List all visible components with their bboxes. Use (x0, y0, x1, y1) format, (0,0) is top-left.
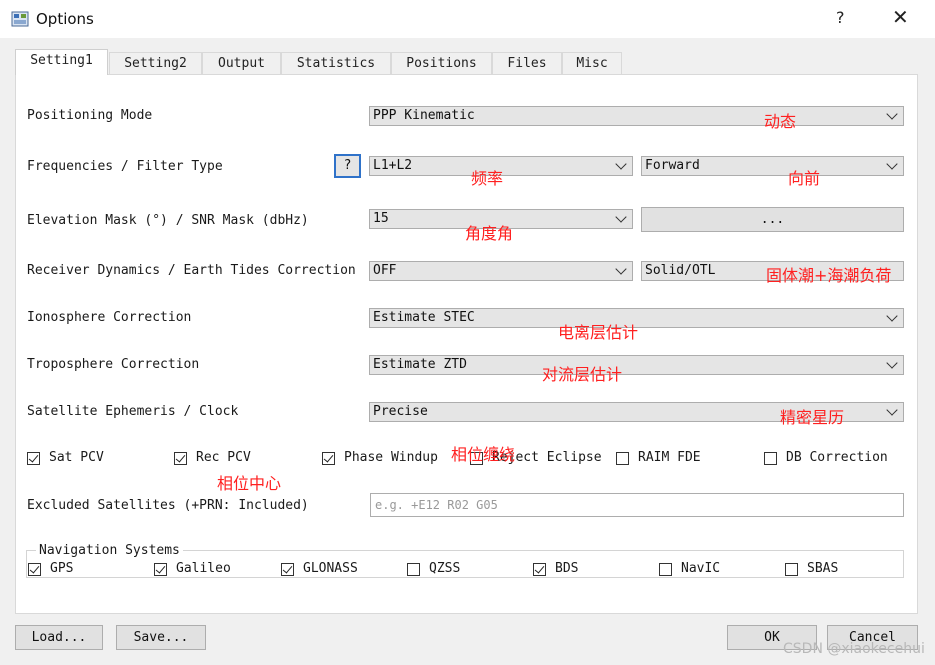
annotation-filter: 向前 (788, 169, 821, 188)
positioning-mode-select[interactable]: PPP Kinematic (369, 106, 904, 126)
filter-type-value: Forward (645, 158, 700, 173)
tab-files[interactable]: Files (492, 52, 562, 74)
tab-statistics[interactable]: Statistics (281, 52, 391, 74)
csdn-watermark: CSDN @xiaokecehui (783, 641, 925, 657)
load-button[interactable]: Load... (15, 625, 103, 650)
rec-pcv-label: Rec PCV (196, 450, 251, 465)
frequencies-label: Frequencies / Filter Type (27, 159, 223, 174)
checkbox-checked-icon (28, 563, 41, 576)
raim-fde-label: RAIM FDE (638, 450, 701, 465)
positioning-mode-label: Positioning Mode (27, 108, 153, 123)
checkbox-checked-icon (322, 452, 335, 465)
nav-galileo-label: Galileo (176, 561, 231, 576)
positioning-mode-value: PPP Kinematic (373, 108, 475, 123)
app-icon (11, 11, 29, 27)
navigation-systems-title: Navigation Systems (36, 543, 183, 558)
chevron-down-icon (886, 404, 898, 416)
annotation-ephem: 精密星历 (780, 408, 845, 427)
checkbox-unchecked-icon (785, 563, 798, 576)
annotation-iono: 电离层估计 (558, 323, 639, 342)
chevron-down-icon (615, 158, 627, 170)
elevation-mask-label: Elevation Mask (°) / SNR Mask (dbHz) (27, 213, 309, 228)
chevron-down-icon (886, 357, 898, 369)
tab-setting2[interactable]: Setting2 (109, 52, 202, 74)
chevron-down-icon (615, 211, 627, 223)
nav-sbas-label: SBAS (807, 561, 839, 576)
phase-windup-label: Phase Windup (344, 450, 438, 465)
checkbox-checked-icon (27, 452, 40, 465)
db-correction-label: DB Correction (786, 450, 888, 465)
filter-type-select[interactable]: Forward (641, 156, 904, 176)
snr-mask-button[interactable]: ... (641, 207, 904, 232)
sat-pcv-label: Sat PCV (49, 450, 104, 465)
frequencies-value: L1+L2 (373, 158, 413, 173)
frequencies-help-button[interactable]: ? (334, 154, 361, 178)
title-bar: Options ? ✕ (0, 0, 935, 38)
annotation-elev: 角度角 (465, 224, 514, 243)
ephemeris-label: Satellite Ephemeris / Clock (27, 404, 239, 419)
earth-tides-value: Solid/OTL (645, 263, 716, 278)
checkbox-checked-icon (154, 563, 167, 576)
checkbox-checked-icon (174, 452, 187, 465)
checkbox-unchecked-icon (407, 563, 420, 576)
checkbox-unchecked-icon (616, 452, 629, 465)
tab-misc[interactable]: Misc (562, 52, 622, 74)
save-button[interactable]: Save... (116, 625, 206, 650)
excluded-satellites-input[interactable]: e.g. +E12 R02 G05 (370, 493, 904, 517)
checkbox-unchecked-icon (659, 563, 672, 576)
nav-glonass-label: GLONASS (303, 561, 358, 576)
annotation-freq: 频率 (471, 169, 504, 188)
settings-panel (15, 74, 918, 614)
nav-navic-label: NavIC (681, 561, 721, 576)
chevron-down-icon (615, 263, 627, 275)
tab-output[interactable]: Output (202, 52, 281, 74)
checkbox-checked-icon (533, 563, 546, 576)
troposphere-select[interactable]: Estimate ZTD (369, 355, 904, 375)
annotation-mode: 动态 (764, 112, 797, 131)
window-title: Options (36, 10, 94, 28)
close-button[interactable]: ✕ (892, 5, 909, 29)
troposphere-value: Estimate ZTD (373, 357, 467, 372)
annotation-tropo: 对流层估计 (542, 365, 623, 384)
receiver-dynamics-label: Receiver Dynamics / Earth Tides Correcti… (27, 263, 356, 278)
nav-bds-label: BDS (555, 561, 579, 576)
ionosphere-label: Ionosphere Correction (27, 310, 192, 325)
checkbox-unchecked-icon (764, 452, 777, 465)
annotation-windup: 相位缠绕 (451, 445, 516, 464)
elevation-mask-value: 15 (373, 211, 389, 226)
receiver-dynamics-select[interactable]: OFF (369, 261, 633, 281)
ephemeris-value: Precise (373, 404, 428, 419)
annotation-tides: 固体潮+海潮负荷 (766, 266, 892, 285)
nav-qzss-label: QZSS (429, 561, 461, 576)
annotation-pcv: 相位中心 (217, 474, 282, 493)
chevron-down-icon (886, 108, 898, 120)
checkbox-checked-icon (281, 563, 294, 576)
receiver-dynamics-value: OFF (373, 263, 397, 278)
excluded-satellites-label: Excluded Satellites (+PRN: Included) (27, 498, 309, 513)
help-button[interactable]: ? (836, 8, 845, 27)
nav-gps-label: GPS (50, 561, 74, 576)
tab-positions[interactable]: Positions (391, 52, 492, 74)
chevron-down-icon (886, 310, 898, 322)
troposphere-label: Troposphere Correction (27, 357, 200, 372)
tab-setting1[interactable]: Setting1 (15, 49, 108, 75)
chevron-down-icon (886, 158, 898, 170)
ionosphere-value: Estimate STEC (373, 310, 475, 325)
